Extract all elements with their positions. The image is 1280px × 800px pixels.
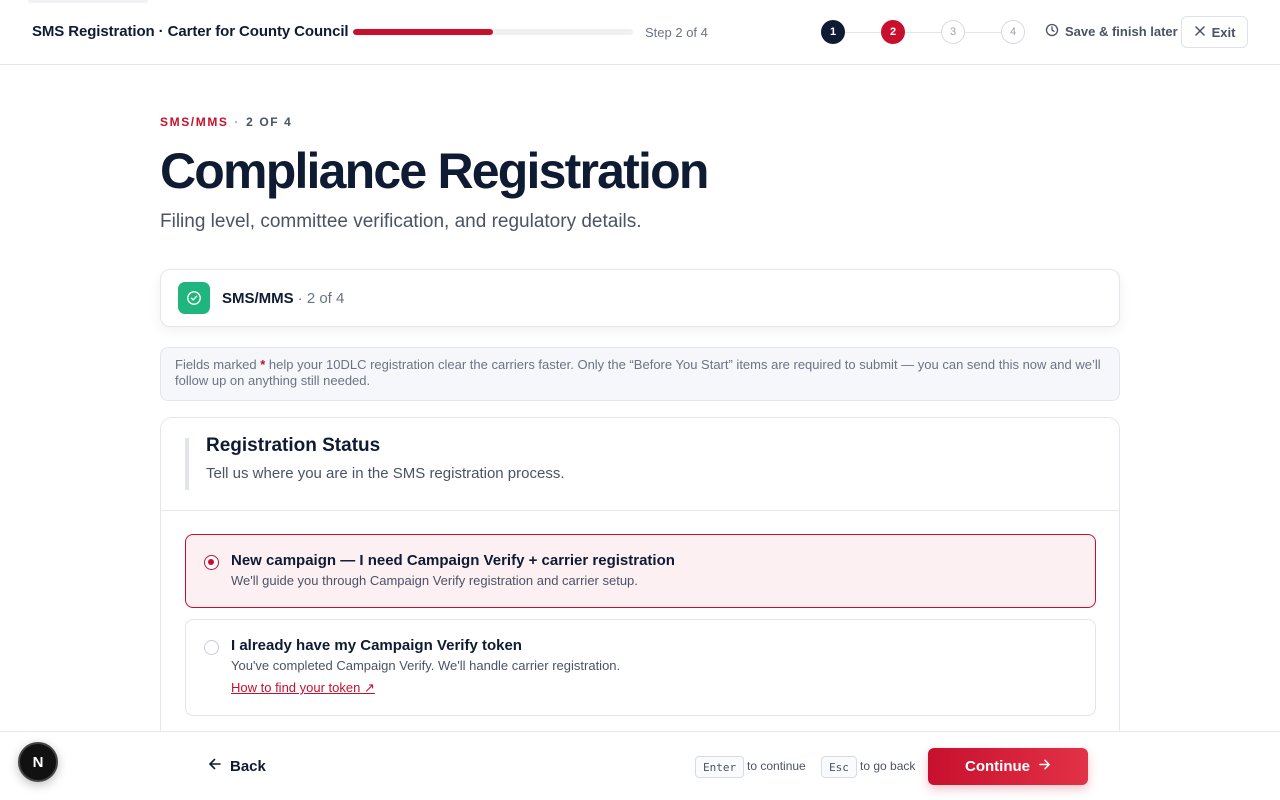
- esc-key-hint: Esc: [821, 756, 857, 778]
- exit-label: Exit: [1211, 24, 1236, 40]
- back-label: Back: [230, 757, 266, 775]
- registration-status-card: Registration Status Tell us where you ar…: [160, 417, 1120, 757]
- option-existing-token[interactable]: I already have my Campaign Verify token …: [185, 619, 1096, 716]
- enter-key-hint: Enter: [695, 756, 745, 778]
- app-title: SMS Registration · Carter for County Cou…: [32, 23, 349, 40]
- exit-button[interactable]: Exit: [1181, 16, 1248, 48]
- top-bar: SMS Registration · Carter for County Cou…: [0, 0, 1280, 65]
- step-connector: [845, 31, 881, 33]
- continue-button[interactable]: Continue: [928, 748, 1088, 785]
- step-dot-4: 4: [1001, 20, 1025, 44]
- step-indicator-text: Step 2 of 4: [645, 25, 708, 40]
- section-label: SMS/MMS: [222, 289, 294, 307]
- progress-bar: [353, 29, 633, 35]
- close-icon: [1194, 25, 1206, 40]
- step-dot-3: 3: [941, 20, 965, 44]
- enter-hint-text: to continue: [747, 759, 806, 773]
- step-connector: [965, 31, 1001, 33]
- registration-status-description: Tell us where you are in the SMS registr…: [206, 465, 565, 482]
- esc-hint-text: to go back: [860, 759, 916, 773]
- eyebrow-separator: ·: [234, 115, 241, 129]
- eyebrow: SMS/MMS · 2 OF 4: [160, 115, 292, 129]
- section-card: SMS/MMS · 2 of 4: [160, 269, 1120, 327]
- eyebrow-tag: SMS/MMS: [160, 115, 229, 129]
- dev-tools-badge[interactable]: N: [18, 742, 58, 782]
- arrow-right-icon: [1038, 758, 1051, 775]
- arrow-left-icon: [208, 757, 222, 775]
- top-accent-tab: [28, 0, 148, 3]
- clock-icon: [1045, 23, 1059, 40]
- option-title: New campaign — I need Campaign Verify + …: [231, 552, 675, 569]
- registration-status-title: Registration Status: [206, 435, 381, 456]
- footer-bar: Back Enter to continue Esc to go back Co…: [0, 731, 1280, 800]
- option-description: You've completed Campaign Verify. We'll …: [231, 658, 621, 673]
- step-dot-1[interactable]: 1: [821, 20, 845, 44]
- option-new-campaign[interactable]: New campaign — I need Campaign Verify + …: [185, 534, 1096, 608]
- radio-new-campaign[interactable]: [204, 555, 219, 570]
- progress-bar-fill: [353, 29, 493, 35]
- step-dot-2[interactable]: 2: [881, 20, 905, 44]
- divider: [161, 510, 1119, 511]
- continue-label: Continue: [965, 758, 1030, 775]
- step-connector: [905, 31, 941, 33]
- save-finish-later-button[interactable]: Save & finish later: [1045, 23, 1178, 40]
- option-title: I already have my Campaign Verify token: [231, 637, 522, 654]
- info-notice: Fields marked * help your 10DLC registra…: [160, 347, 1120, 401]
- option-description: We'll guide you through Campaign Verify …: [231, 573, 638, 588]
- info-text: help your 10DLC registration clear the c…: [175, 357, 1101, 388]
- save-finish-later-label: Save & finish later: [1065, 24, 1178, 39]
- stepper: 1 2 3 4: [821, 20, 1025, 44]
- section-count: · 2 of 4: [297, 289, 345, 307]
- registration-status-header: Registration Status Tell us where you ar…: [185, 435, 565, 490]
- check-circle-icon: [178, 282, 210, 314]
- eyebrow-step: 2 OF 4: [246, 115, 293, 129]
- find-token-link[interactable]: How to find your token ↗: [231, 680, 375, 696]
- info-prefix: Fields marked: [175, 357, 261, 372]
- page-title: Compliance Registration: [160, 143, 709, 199]
- page-subtitle: Filing level, committee verification, an…: [160, 211, 642, 232]
- back-button[interactable]: Back: [208, 757, 266, 775]
- radio-existing-token[interactable]: [204, 640, 219, 655]
